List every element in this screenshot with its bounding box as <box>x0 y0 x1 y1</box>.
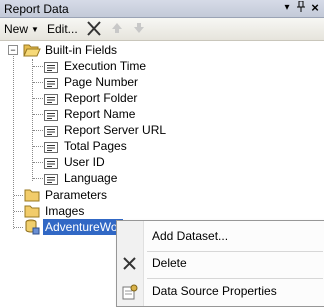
collapse-icon[interactable]: − <box>8 45 18 55</box>
tree-label: Language <box>64 171 118 185</box>
chevron-down-icon: ▼ <box>31 25 39 34</box>
tree-item-field[interactable]: Report Server URL <box>0 122 200 138</box>
tree-item-field[interactable]: Execution Time <box>0 58 200 74</box>
tree-label: Execution Time <box>64 59 147 73</box>
window-title: Report Data <box>4 2 69 16</box>
close-icon[interactable]: × <box>308 1 322 15</box>
tree-node-images[interactable]: Images <box>0 203 200 219</box>
new-button[interactable]: New ▼ <box>4 21 39 37</box>
tree-node-builtin-fields[interactable]: − Built-in Fields <box>0 42 200 58</box>
tree-label: AdventureWor <box>43 219 124 235</box>
tree-item-field[interactable]: Report Folder <box>0 90 200 106</box>
tree-label: Report Server URL <box>64 123 167 137</box>
tree-label: Report Name <box>64 107 136 121</box>
tree-label: User ID <box>64 155 105 169</box>
menu-item-label: Delete <box>152 256 187 270</box>
tree-label: Page Number <box>64 75 139 89</box>
tree-item-field[interactable]: Total Pages <box>0 138 200 154</box>
tree-item-field[interactable]: Language <box>0 170 200 186</box>
datasource-icon <box>24 219 40 239</box>
toolbar: New ▼ Edit... <box>0 18 324 41</box>
title-buttons: ▾ × <box>280 0 322 15</box>
context-menu: Add Dataset... Delete Data Source Proper… <box>116 220 324 307</box>
move-up-icon[interactable] <box>111 22 123 34</box>
menu-item-label: Add Dataset... <box>152 229 229 243</box>
menu-item-add-dataset[interactable]: Add Dataset... <box>117 225 324 249</box>
tree-label: Report Folder <box>64 91 138 105</box>
delete-icon <box>123 257 136 273</box>
tree-label: Built-in Fields <box>45 43 118 57</box>
menu-separator <box>147 278 323 279</box>
menu-item-label: Data Source Properties <box>152 284 277 298</box>
tree-item-field[interactable]: User ID <box>0 154 200 170</box>
move-down-icon[interactable] <box>133 22 145 34</box>
menu-item-data-source-properties[interactable]: Data Source Properties <box>117 280 324 304</box>
tree-label: Images <box>45 204 85 218</box>
tree-item-field[interactable]: Page Number <box>0 74 200 90</box>
tree-item-field[interactable]: Report Name <box>0 106 200 122</box>
menu-item-delete[interactable]: Delete <box>117 252 324 276</box>
delete-icon[interactable] <box>86 20 102 37</box>
tree-label: Parameters <box>45 188 108 202</box>
edit-button[interactable]: Edit... <box>47 21 78 37</box>
pin-icon[interactable] <box>294 0 308 15</box>
tree-label: Total Pages <box>64 139 127 153</box>
new-button-label: New <box>4 22 29 36</box>
title-bar[interactable]: Report Data ▾ × <box>0 0 324 18</box>
properties-icon <box>122 284 138 303</box>
tree-node-parameters[interactable]: Parameters <box>0 187 200 203</box>
dropdown-icon[interactable]: ▾ <box>280 1 294 15</box>
report-data-window: Report Data ▾ × New ▼ Edit... − Built-in… <box>0 0 324 307</box>
